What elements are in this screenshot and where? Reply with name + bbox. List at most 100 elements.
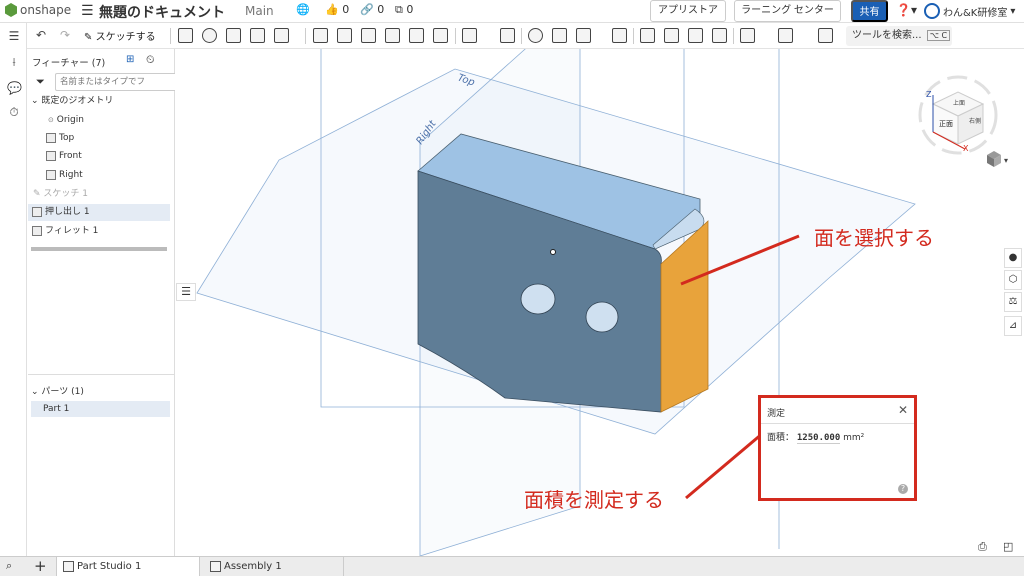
link-icon: 🔗 xyxy=(360,3,374,16)
comment-icon[interactable]: 💬 xyxy=(7,81,22,95)
help-icon[interactable]: ❓▾ xyxy=(896,3,917,17)
sketch-button[interactable]: ✎ スケッチする xyxy=(84,28,156,43)
sweep-tool-icon[interactable] xyxy=(226,28,241,43)
feature-list-toggle-icon[interactable]: ☰ xyxy=(176,283,196,301)
onshape-logo[interactable]: onshape xyxy=(5,3,71,17)
user-name: わん&K研修室 xyxy=(943,7,1008,19)
tree-item-front[interactable]: Front xyxy=(46,148,188,165)
thicken-tool-icon[interactable] xyxy=(274,28,289,43)
split-tool-icon[interactable] xyxy=(552,28,567,43)
pattern-tool-icon[interactable] xyxy=(462,28,477,43)
feature-search-input[interactable] xyxy=(55,73,195,91)
measure-panel-icon[interactable]: ⊿ xyxy=(1004,316,1022,336)
likes-value: 0 xyxy=(342,3,350,16)
delete-part-tool-icon[interactable] xyxy=(612,28,627,43)
appearance-icon[interactable]: ● xyxy=(1004,248,1022,268)
measure-dialog: 測定 ✕ 面積： 1250.000 mm² ? xyxy=(758,395,917,501)
delete-face-tool-icon[interactable] xyxy=(664,28,679,43)
sketch-icon: ✎ xyxy=(33,189,41,199)
rollback-icon[interactable]: ⏲ xyxy=(146,53,155,67)
share-button[interactable]: 共有 xyxy=(851,0,888,22)
tree-item-top[interactable]: Top xyxy=(46,130,188,147)
fillet-icon xyxy=(32,225,42,236)
add-tab-button[interactable]: + xyxy=(34,557,47,575)
area-unit: mm² xyxy=(843,433,865,443)
plane-icon xyxy=(46,132,56,143)
redo-icon[interactable]: ↷ xyxy=(58,28,72,42)
mirror-tool-icon[interactable] xyxy=(500,28,515,43)
parts-header[interactable]: ⌄ パーツ (1) xyxy=(31,384,84,397)
measure-dialog-header: 測定 xyxy=(761,398,914,424)
view-cube[interactable]: 上面 正面 右側 Z X xyxy=(918,75,998,155)
default-geometry-label: 既定のジオメトリ xyxy=(41,96,114,106)
filter-icon[interactable]: ⏷ xyxy=(36,75,45,89)
pencil-icon: ✎ xyxy=(84,32,93,43)
app-store-button[interactable]: アプリストア xyxy=(650,0,726,22)
add-folder-icon[interactable]: ⊞ xyxy=(126,54,134,65)
tab-part-studio-1[interactable]: Part Studio 1 xyxy=(56,557,200,576)
top-bar: onshape ☰ 無題のドキュメント Main 🌐 👍 0 🔗 0 ⧉ 0 ア… xyxy=(0,0,1024,23)
fillet-tool-icon[interactable] xyxy=(313,28,328,43)
shell-tool-icon[interactable] xyxy=(409,28,424,43)
add-variable-icon[interactable]: ⟊ xyxy=(7,55,21,69)
view-options-icon[interactable]: ▾ xyxy=(987,151,1008,167)
add-custom-feature-icon[interactable] xyxy=(818,28,833,43)
tab-assembly-1[interactable]: Assembly 1 xyxy=(204,557,344,576)
learning-center-button[interactable]: ラーニング センター xyxy=(734,0,841,22)
tree-item-origin[interactable]: ⊙ Origin xyxy=(48,112,190,129)
mass-properties-icon[interactable]: ⚖ xyxy=(1004,292,1022,312)
parts-panel-icon[interactable]: ⬡ xyxy=(1004,270,1022,290)
hole-left[interactable] xyxy=(520,283,556,315)
tab-part-studio-label: Part Studio 1 xyxy=(77,561,142,572)
tab-manager-icon[interactable]: ⌕ xyxy=(6,559,12,573)
feature-toolbar: ↶ ↷ ✎ スケッチする ツールを検索... ⌥ C xyxy=(0,23,1024,49)
extrude-tool-icon[interactable] xyxy=(178,28,193,43)
undo-icon[interactable]: ↶ xyxy=(34,28,48,42)
tree-item-sketch1[interactable]: ✎ スケッチ 1 xyxy=(33,186,175,203)
hole-right[interactable] xyxy=(585,301,619,333)
hamburger-menu-icon[interactable]: ☰ xyxy=(81,3,94,19)
history-icon[interactable]: ⏱ xyxy=(7,105,21,119)
user-menu[interactable]: わん&K研修室 ▾ xyxy=(924,3,1015,19)
tree-item-right[interactable]: Right xyxy=(46,167,188,184)
boolean-tool-icon[interactable] xyxy=(528,28,543,43)
tree-item-extrude1[interactable]: 押し出し 1 xyxy=(28,204,170,221)
help-icon[interactable]: ? xyxy=(898,484,908,494)
copy-count[interactable]: ⧉ 0 xyxy=(395,3,413,17)
assembly-icon xyxy=(210,561,221,572)
draft-tool-icon[interactable] xyxy=(361,28,376,43)
print-icon[interactable]: ⎙ xyxy=(978,540,987,554)
branch-label[interactable]: Main xyxy=(245,4,274,18)
area-value[interactable]: 1250.000 xyxy=(796,433,841,444)
thumbs-up-icon: 👍 xyxy=(325,3,339,16)
document-title[interactable]: 無題のドキュメント xyxy=(99,2,225,22)
toolbar-divider xyxy=(521,28,522,44)
modify-fillet-tool-icon[interactable] xyxy=(640,28,655,43)
chevron-down-icon: ▾ xyxy=(1010,5,1016,17)
transform-tool-icon[interactable] xyxy=(576,28,591,43)
layers-icon[interactable]: ◰ xyxy=(1003,540,1013,553)
part-studio-icon xyxy=(63,561,74,572)
tool-search-button[interactable]: ツールを検索... ⌥ C xyxy=(846,26,952,46)
cube-right-label: 右側 xyxy=(969,117,981,125)
tree-item-fillet1[interactable]: フィレット 1 xyxy=(32,223,174,240)
like-count[interactable]: 👍 0 xyxy=(325,3,349,16)
replace-face-tool-icon[interactable] xyxy=(712,28,727,43)
chamfer-tool-icon[interactable] xyxy=(337,28,352,43)
plane-tool-icon[interactable] xyxy=(740,28,755,43)
link-count[interactable]: 🔗 0 xyxy=(360,3,384,16)
revolve-tool-icon[interactable] xyxy=(202,28,217,43)
move-face-tool-icon[interactable] xyxy=(688,28,703,43)
loft-tool-icon[interactable] xyxy=(250,28,265,43)
svg-text:▾: ▾ xyxy=(1004,156,1008,165)
mate-connector-tool-icon[interactable] xyxy=(778,28,793,43)
globe-icon[interactable]: 🌐 xyxy=(296,3,310,16)
fillet1-label: フィレット 1 xyxy=(45,226,99,236)
hole-tool-icon[interactable] xyxy=(433,28,448,43)
rollback-bar[interactable] xyxy=(31,247,167,251)
default-geometry-folder[interactable]: ⌄ 既定のジオメトリ xyxy=(31,93,173,110)
close-icon[interactable]: ✕ xyxy=(898,403,908,417)
feature-list-icon[interactable]: ☰ xyxy=(7,29,21,43)
rib-tool-icon[interactable] xyxy=(385,28,400,43)
parts-item-part1[interactable]: Part 1 xyxy=(31,401,170,417)
